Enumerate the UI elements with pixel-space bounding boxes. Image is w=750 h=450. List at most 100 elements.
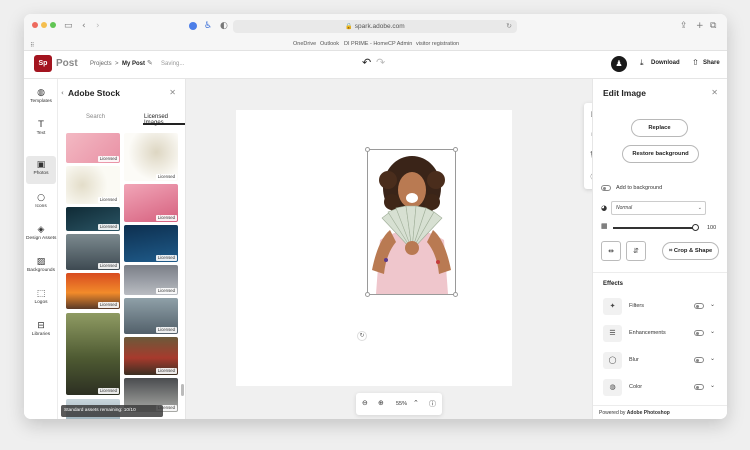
chevron-down-icon[interactable]: ⌄ xyxy=(710,382,715,389)
effect-row-enhancements[interactable]: ☰ Enhancements ⌄ xyxy=(593,320,727,346)
rail-item-libraries[interactable]: ⊟ Libraries xyxy=(26,317,56,345)
blur-toggle[interactable] xyxy=(694,357,704,363)
rail-item-text[interactable]: T Text xyxy=(26,116,56,144)
resize-handle[interactable] xyxy=(365,147,370,152)
effect-row-blur[interactable]: ◯ Blur ⌄ xyxy=(593,347,727,373)
spark-logo[interactable]: Sp xyxy=(34,55,52,72)
opacity-slider[interactable] xyxy=(613,227,696,229)
bookmark-outlook[interactable]: Outlook xyxy=(320,41,339,47)
rail-item-photos[interactable]: ▣ Photos xyxy=(26,156,56,184)
share-sheet-icon[interactable]: ⇪ xyxy=(680,20,688,32)
post-page[interactable]: ↻ xyxy=(236,110,512,386)
stock-thumbnail[interactable]: Licensed xyxy=(66,166,120,204)
effect-row-color[interactable]: ◍ Color ⌄ xyxy=(593,374,727,400)
stock-thumbnail[interactable]: Licensed xyxy=(66,207,120,231)
color-toggle[interactable] xyxy=(694,384,704,390)
breadcrumb-current[interactable]: My Post xyxy=(122,61,145,67)
flip-vertical-button[interactable]: ⇵ xyxy=(626,241,646,261)
flip-horizontal-button[interactable]: ⇹ xyxy=(601,241,621,261)
stock-thumbnail[interactable]: Licensed xyxy=(124,337,178,375)
stock-thumbnail[interactable]: Licensed xyxy=(66,133,120,163)
download-icon[interactable]: ⤓ xyxy=(640,58,644,68)
portrait-photo xyxy=(368,150,455,294)
licensed-badge: Licensed xyxy=(97,302,119,308)
effect-row-filters[interactable]: ✦ Filters ⌄ xyxy=(593,293,727,319)
undo-icon[interactable]: ↶ xyxy=(362,56,371,69)
pencil-icon[interactable]: ✎ xyxy=(147,59,153,67)
enhancements-toggle[interactable] xyxy=(694,330,704,336)
crop-shape-label: Crop & Shape xyxy=(673,248,713,254)
stock-thumbnail[interactable]: Licensed xyxy=(66,313,120,395)
sidebar-toggle-icon[interactable]: ▭ xyxy=(64,20,73,32)
active-tab-indicator xyxy=(143,123,185,125)
zoom-out-icon[interactable]: ⊖ xyxy=(362,399,368,407)
share-button[interactable]: Share xyxy=(703,60,720,66)
rail-item-design-assets[interactable]: ◈ Design Assets xyxy=(26,221,56,249)
selected-image[interactable] xyxy=(365,147,458,297)
crop-shape-button[interactable]: ⌗ Crop & Shape xyxy=(662,242,719,260)
close-icon[interactable]: ✕ xyxy=(711,88,718,97)
chevron-up-icon[interactable]: ⌃ xyxy=(413,399,419,407)
rail-item-logos[interactable]: ⬚ Logos xyxy=(26,285,56,313)
stock-thumbnail[interactable]: Licensed xyxy=(124,133,178,181)
maximize-window-button[interactable] xyxy=(50,22,56,28)
shield-icon[interactable]: ◐ xyxy=(220,20,228,32)
resize-handle[interactable] xyxy=(453,147,458,152)
add-to-background-toggle[interactable] xyxy=(601,185,611,191)
resize-handle[interactable] xyxy=(453,292,458,297)
stock-thumbnail[interactable]: Licensed xyxy=(124,298,178,334)
rail-item-icons[interactable]: ○ Icons xyxy=(26,189,56,217)
bookmark-visitor-registration[interactable]: visitor registration xyxy=(416,41,459,47)
canvas-area[interactable]: ↻ ▣ ⧉ 🗑 ⓘ ⊖ ⊕ 55% ⌃ ⓘ xyxy=(186,79,604,419)
stock-scrollbar[interactable] xyxy=(181,384,184,396)
stock-thumbnail[interactable]: Licensed xyxy=(66,273,120,309)
replace-button[interactable]: Replace xyxy=(631,119,688,137)
new-tab-icon[interactable]: + xyxy=(696,20,704,32)
zoom-level[interactable]: 55% xyxy=(396,401,407,407)
tab-search[interactable]: Search xyxy=(86,114,105,120)
filters-toggle[interactable] xyxy=(694,303,704,309)
avatar[interactable]: ♟ xyxy=(611,56,627,72)
reload-icon[interactable]: ↻ xyxy=(506,20,512,33)
chevron-down-icon[interactable]: ⌄ xyxy=(710,328,715,335)
zoom-in-icon[interactable]: ⊕ xyxy=(378,399,384,407)
effects-heading: Effects xyxy=(603,281,624,287)
licensed-badge: Licensed xyxy=(155,174,177,180)
stock-thumbnail[interactable]: Licensed xyxy=(124,184,178,222)
redo-icon[interactable]: ↷ xyxy=(376,56,385,69)
sliders-icon: ☰ xyxy=(603,325,622,342)
app-name: Post xyxy=(56,58,78,69)
extension-icon[interactable] xyxy=(189,22,197,30)
licensed-badge: Licensed xyxy=(97,197,119,203)
accessibility-icon[interactable]: ♿ xyxy=(204,20,212,32)
close-icon[interactable]: ✕ xyxy=(169,88,176,97)
bookmark-cp-admin[interactable]: CP Admin xyxy=(388,41,412,47)
minimize-window-button[interactable] xyxy=(41,22,47,28)
info-icon[interactable]: ⓘ xyxy=(429,399,436,409)
stock-thumbnail[interactable]: Licensed xyxy=(124,265,178,295)
chevron-down-icon[interactable]: ⌄ xyxy=(710,355,715,362)
close-window-button[interactable] xyxy=(32,22,38,28)
restore-background-button[interactable]: Restore background xyxy=(622,145,699,163)
rotate-handle-icon[interactable]: ↻ xyxy=(357,331,367,341)
bookmark-di-prime[interactable]: DI PRIME - Home xyxy=(344,41,388,47)
chevron-down-icon[interactable]: ⌄ xyxy=(710,301,715,308)
back-chevron-icon[interactable]: ‹ xyxy=(61,89,64,97)
back-arrow-icon[interactable]: ‹ xyxy=(82,20,86,32)
stock-thumbnail[interactable]: Licensed xyxy=(66,234,120,270)
address-bar[interactable]: 🔒 spark.adobe.com ↻ xyxy=(233,20,517,33)
licensed-badge: Licensed xyxy=(97,263,119,269)
blend-mode-select[interactable]: Normal ⌄ xyxy=(611,201,706,215)
breadcrumb-projects[interactable]: Projects xyxy=(90,61,112,67)
tab-overview-icon[interactable]: ⧉ xyxy=(710,20,716,32)
bookmark-onedrive[interactable]: OneDrive xyxy=(293,41,316,47)
zoom-toolbar: ⊖ ⊕ 55% ⌃ ⓘ xyxy=(356,393,442,415)
stock-thumbnail[interactable]: Licensed xyxy=(124,225,178,262)
opacity-slider-handle[interactable] xyxy=(692,224,699,231)
rail-item-backgrounds[interactable]: ▨ Backgrounds xyxy=(26,253,56,281)
resize-handle[interactable] xyxy=(365,292,370,297)
forward-arrow-icon[interactable]: › xyxy=(96,20,100,32)
download-button[interactable]: Download xyxy=(651,60,680,66)
share-icon[interactable]: ⇧ xyxy=(692,58,699,67)
rail-item-templates[interactable]: ◍ Templates xyxy=(26,84,56,112)
